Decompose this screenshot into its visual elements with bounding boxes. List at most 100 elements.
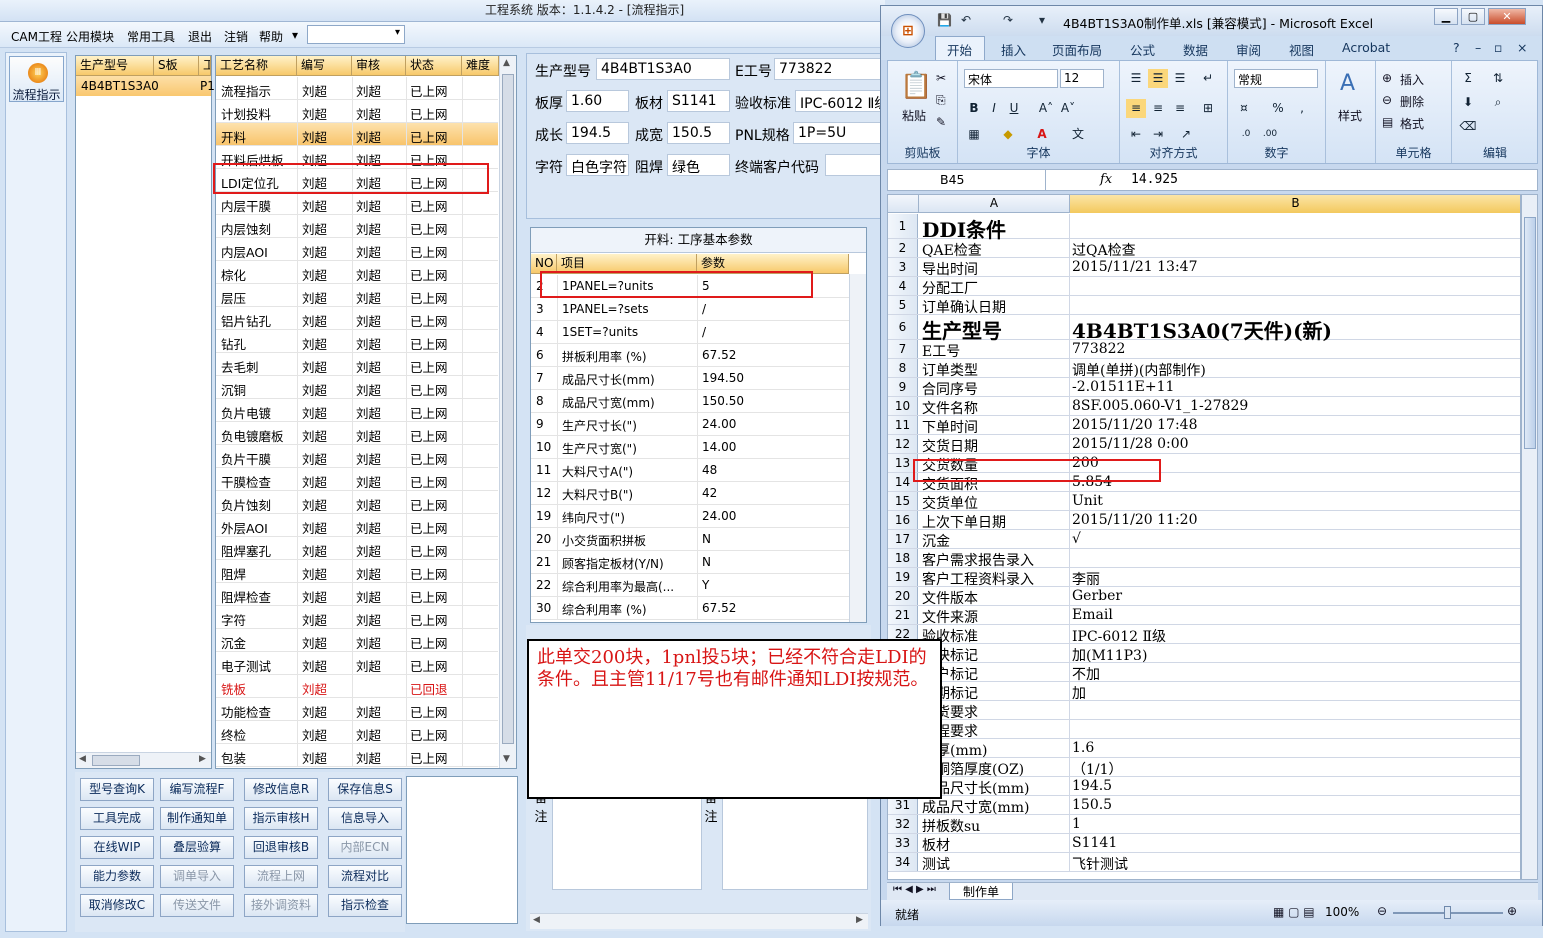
param-row[interactable]: 30 综合利用率 (%) 67.52 — [531, 597, 849, 620]
sheet-row[interactable]: 34 测试 飞针测试 — [888, 853, 1520, 873]
decimal-increase-icon[interactable]: .0 — [1236, 125, 1256, 144]
process-row[interactable]: 字符 刘超 刘超 已上网 — [216, 606, 498, 629]
phonetic-icon[interactable]: 文 — [1068, 125, 1088, 144]
scroll-left-icon[interactable]: ◀ — [79, 754, 86, 764]
cell-a[interactable]: 板材 — [922, 835, 950, 855]
action-button[interactable]: 取消修改C — [80, 894, 154, 917]
cell-a[interactable]: 订单确认日期 — [922, 297, 1006, 317]
action-button[interactable]: 能力参数 — [80, 865, 154, 888]
font-name-combo[interactable]: 宋体 — [964, 69, 1058, 88]
zoom-in-icon[interactable]: ⊕ — [1507, 904, 1517, 918]
cell-a[interactable]: 文件名称 — [922, 398, 978, 418]
sheet-row[interactable]: 15 交货单位 Unit — [888, 492, 1520, 512]
col-header-difficulty[interactable]: 难度 — [462, 56, 499, 76]
format-cells-icon[interactable]: ▤ — [1382, 115, 1393, 129]
formula-input[interactable]: 14.925 — [1131, 172, 1178, 187]
sheet-row[interactable]: 2 QAE检查 过QA检查 — [888, 239, 1520, 260]
align-left-icon[interactable]: ≡ — [1126, 99, 1146, 118]
pnl-field[interactable]: 1P=5U — [793, 122, 887, 144]
zoom-slider-handle[interactable] — [1444, 906, 1451, 919]
help-icon[interactable]: ? — [1453, 40, 1460, 55]
paste-icon[interactable]: 📋 — [900, 71, 932, 101]
process-vscroll[interactable]: ▲ ▼ — [499, 56, 516, 768]
cell-b[interactable]: 不加 — [1072, 664, 1100, 684]
comma-icon[interactable]: , — [1292, 99, 1312, 118]
tab-view[interactable]: 视图 — [1289, 40, 1314, 59]
save-icon[interactable]: 💾 — [937, 13, 952, 27]
cell-b[interactable]: 2015/11/28 0:00 — [1072, 436, 1189, 452]
sheet-row[interactable]: 33 板材 S1141 — [888, 834, 1520, 855]
action-button[interactable]: 制作通知单 — [160, 807, 234, 830]
menu-help-dropdown-icon[interactable]: ▾ — [292, 28, 298, 42]
ribbon-restore-icon[interactable]: ▫ — [1494, 40, 1502, 55]
action-button[interactable]: 传送文件 — [160, 894, 234, 917]
action-button[interactable]: 指示检查 — [328, 894, 402, 917]
action-button[interactable]: 修改信息R — [244, 778, 318, 801]
mask-field[interactable]: 绿色 — [667, 154, 730, 176]
zoom-out-icon[interactable]: ⊖ — [1377, 904, 1387, 918]
row-number[interactable]: 33 — [888, 834, 918, 852]
currency-icon[interactable]: ¤ — [1234, 99, 1254, 118]
process-row[interactable]: 开料 刘超 刘超 已上网 — [216, 123, 498, 146]
sheet-tab[interactable]: 制作单 — [949, 883, 1013, 900]
process-row[interactable]: 阻焊塞孔 刘超 刘超 已上网 — [216, 537, 498, 560]
param-row[interactable]: 20 小交货面积拼板 N — [531, 528, 849, 551]
param-row[interactable]: 7 成品尺寸长(mm) 194.50 — [531, 367, 849, 390]
standard-field[interactable]: IPC-6012 Ⅱ级 — [795, 90, 887, 112]
cell-b[interactable]: Email — [1072, 607, 1113, 623]
sheet-row[interactable]: 6 生产型号 4B4BT1S3A0(7天件)(新) — [888, 315, 1520, 343]
office-logo[interactable]: ⊞ — [891, 14, 925, 48]
row-number[interactable]: 10 — [888, 397, 918, 415]
col-header-status[interactable]: 状态 — [406, 56, 462, 76]
param-row[interactable]: 4 1SET=?units / — [531, 321, 849, 344]
cell-a[interactable]: 合同序号 — [922, 379, 978, 399]
cell-b[interactable]: 2015/11/21 13:47 — [1072, 259, 1198, 275]
underline-icon[interactable]: U — [1004, 99, 1024, 118]
find-icon[interactable]: ⌕ — [1488, 93, 1508, 112]
cell-b[interactable]: 150.5 — [1072, 797, 1112, 813]
menu-exit[interactable]: 退出 — [188, 28, 212, 45]
process-row[interactable]: 负片蚀刻 刘超 刘超 已上网 — [216, 491, 498, 514]
scroll-right-icon[interactable]: ▶ — [199, 754, 206, 764]
tab-data[interactable]: 数据 — [1183, 40, 1208, 59]
cell-a[interactable]: E工号 — [922, 341, 960, 361]
param-row[interactable]: 10 生产尺寸宽(") 14.00 — [531, 436, 849, 459]
undo-icon[interactable]: ↶ — [961, 13, 971, 27]
align-right-icon[interactable]: ≡ — [1170, 99, 1190, 118]
sheet-row[interactable]: 16 上次下单日期 2015/11/20 11:20 — [888, 511, 1520, 531]
zoom-level[interactable]: 100% — [1325, 905, 1359, 919]
sheet-row[interactable]: 32 拼板数su 1 — [888, 815, 1520, 836]
copy-icon[interactable]: ⎘ — [936, 93, 946, 108]
sheet-nav-icon[interactable]: ⏮ ◀ ▶ ⏭ — [893, 884, 936, 895]
cell-a[interactable]: 拼板数su — [922, 816, 980, 836]
wrap-text-icon[interactable]: ↵ — [1198, 69, 1218, 88]
cell-a[interactable]: QAE检查 — [922, 240, 982, 260]
params-vscroll[interactable] — [849, 274, 866, 622]
row-number[interactable]: 16 — [888, 511, 918, 529]
process-row[interactable]: 内层AOI 刘超 刘超 已上网 — [216, 238, 498, 261]
action-button[interactable]: 接外调资料 — [244, 894, 318, 917]
sheet-row[interactable]: 26交货要求 — [888, 701, 1520, 721]
row-number[interactable]: 7 — [888, 340, 918, 358]
material-field[interactable]: S1141 — [667, 90, 730, 112]
col-header-extra[interactable]: 工 — [199, 56, 211, 76]
model-hscroll[interactable]: ◀ ▶ — [76, 752, 211, 768]
row-number[interactable]: 15 — [888, 492, 918, 510]
cell-b[interactable]: Gerber — [1072, 588, 1122, 604]
process-row[interactable]: 铝片钻孔 刘超 刘超 已上网 — [216, 307, 498, 330]
font-size-combo[interactable]: 12 — [1060, 69, 1104, 88]
bold-icon[interactable]: B — [964, 99, 984, 118]
scroll-thumb[interactable] — [92, 755, 140, 766]
action-button[interactable]: 型号查询K — [80, 778, 154, 801]
cell-b[interactable]: Unit — [1072, 493, 1103, 509]
row-number[interactable]: 17 — [888, 530, 918, 548]
sheet-row[interactable]: 8 订单类型 调单(单拼)(内部制作) — [888, 359, 1520, 379]
tab-review[interactable]: 审阅 — [1236, 40, 1261, 59]
row-number[interactable]: 4 — [888, 277, 918, 295]
cell-b[interactable]: （1/1） — [1072, 759, 1123, 779]
cell-a[interactable]: 导出时间 — [922, 259, 978, 279]
sheet-row[interactable]: 28板厚(mm)1.6 — [888, 739, 1520, 759]
process-row[interactable]: 沉铜 刘超 刘超 已上网 — [216, 376, 498, 399]
process-row[interactable]: 外层AOI 刘超 刘超 已上网 — [216, 514, 498, 537]
row-number[interactable]: 1 — [888, 214, 918, 238]
